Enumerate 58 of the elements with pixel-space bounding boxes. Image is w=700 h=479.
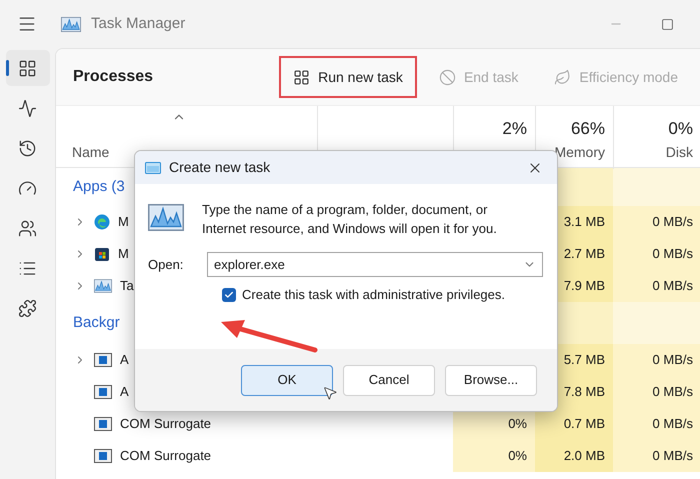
processes-icon [18, 58, 37, 78]
disk-cell: 0 MB/s [613, 344, 700, 376]
maximize-icon[interactable] [661, 18, 674, 30]
chart-icon [148, 204, 184, 231]
window-title: Task Manager [91, 14, 186, 34]
leaf-icon [554, 68, 572, 86]
checkbox[interactable] [222, 288, 236, 302]
open-label: Open: [148, 256, 184, 274]
usage-total: 66% [570, 118, 605, 140]
usage-total: 2% [502, 118, 527, 140]
open-field[interactable]: explorer.exe [207, 252, 543, 277]
cpu-cell: 0% [453, 440, 535, 472]
window-icon [94, 449, 112, 463]
column-header[interactable]: Memory [554, 142, 605, 162]
process-name: COM Surrogate [120, 447, 212, 466]
window-icon [94, 353, 112, 367]
process-name: A [120, 351, 129, 370]
dialog-button[interactable]: Cancel [343, 364, 435, 396]
process-name: Ta [120, 277, 134, 296]
disk-cell: 0 MB/s [613, 206, 700, 238]
window-icon [94, 417, 112, 431]
checkmark-icon [224, 290, 234, 300]
memory-cell: 0.7 MB [535, 408, 613, 440]
window-icon [94, 385, 112, 399]
browser-icon [94, 214, 110, 230]
page-title: Processes [73, 67, 154, 87]
dialog-message: Type the name of a program, folder, document, or Internet resource, and Windows will open it for you. [202, 201, 498, 238]
disk-cell: 0 MB/s [613, 270, 700, 302]
disk-cell: 0 MB/s [613, 376, 700, 408]
dialog-button[interactable]: Browse... [445, 364, 537, 396]
dialog-title: Create new task [169, 158, 270, 177]
disk-cell: 0 MB/s [613, 238, 700, 270]
process-name: M [118, 213, 129, 232]
process-name: A [120, 383, 129, 402]
new-task-icon [293, 68, 310, 86]
app-logo-icon [61, 16, 81, 32]
toolbar-button[interactable]: Run new task [279, 56, 417, 98]
process-name: COM Surrogate [120, 415, 212, 434]
disk-cell: 0 MB/s [613, 440, 700, 472]
store-icon [94, 246, 110, 262]
process-name: M [118, 245, 129, 264]
disk-cell: 0 MB/s [613, 408, 700, 440]
gauge-icon [18, 178, 37, 198]
dialog-button[interactable]: OK [241, 364, 333, 396]
puzzle-icon [18, 298, 37, 318]
sidebar-item[interactable] [6, 50, 50, 86]
column-header[interactable]: Disk [666, 142, 693, 162]
usage-total: 0% [668, 118, 693, 140]
group-header: Backgr [73, 312, 120, 333]
users-icon [18, 218, 37, 238]
memory-cell: 2.0 MB [535, 440, 613, 472]
checkbox-label: Create this task with administrative privileges. [242, 286, 505, 304]
history-icon [18, 138, 37, 158]
group-header: Apps (3 [73, 176, 125, 197]
window-icon [145, 162, 161, 174]
chart-icon [94, 279, 112, 293]
pulse-icon [18, 98, 37, 118]
block-icon [438, 68, 456, 86]
